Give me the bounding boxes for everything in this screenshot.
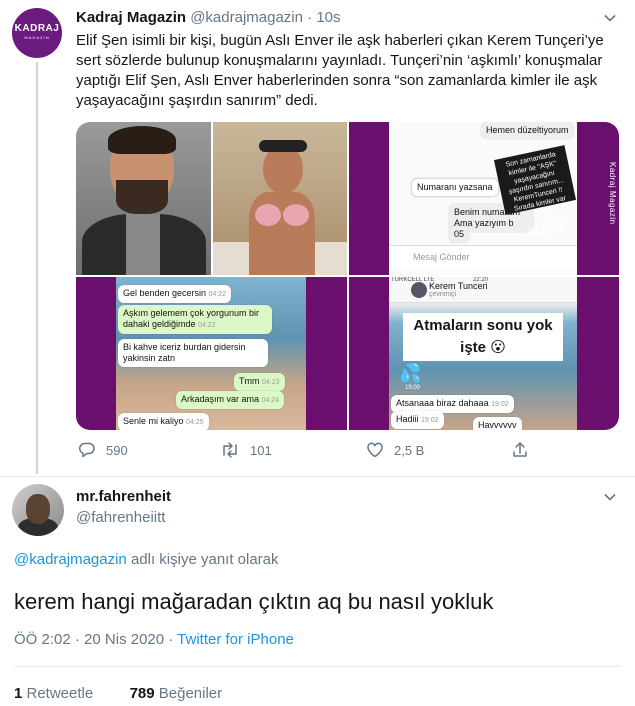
reply-author-handle[interactable]: @fahrenheiitt [76,509,165,526]
photo-man[interactable] [76,122,211,275]
tweet-timestamp[interactable]: ÖÖ 2:02 [14,631,71,648]
reply-count: 590 [106,442,128,458]
wa1-msg-4: Tmm 04:23 [234,373,285,391]
water-drops-emoji: 💦 [399,363,422,383]
kadraj-logo: KADRAJ MAGAZIN [14,23,60,41]
wa1-msg-3: Bi kahve iceriz burdan gidersin yakinsin… [118,339,268,367]
whatsapp-screenshot-2[interactable]: TURKCELL LTE 22:20 Kerem Tunceri çevrimi… [349,277,619,430]
whatsapp-chat-1: Gel benden gecersin 04:22 Aşkım gelemem … [116,277,306,430]
header-separator: · [307,9,313,26]
reply-icon[interactable] [78,441,106,459]
author-name[interactable]: Kadraj Magazin [76,9,186,26]
engagement-stats: 1 Retweetle 789 Beğeniler [14,685,222,702]
tweet-meta: ÖÖ 2:02 · 20 Nis 2020 · Twitter for iPho… [14,631,294,648]
like-count: 2,5 B [394,442,425,458]
heart-icon[interactable] [366,441,394,459]
tweet-header: Kadraj Magazin @kadrajmagazin · 10s [76,9,341,26]
wa1-msg-2: Aşkım gelemem çok yorgunum bir dahaki ge… [118,305,272,334]
fahrenheit-avatar[interactable] [12,484,64,536]
thread-line [36,62,38,474]
reply-text: kerem hangi mağaradan çıktın aq bu nasıl… [14,589,494,614]
chevron-down-icon[interactable] [604,491,616,503]
share-action[interactable] [511,439,539,461]
wa1-msg-1: Gel benden gecersin 04:22 [118,285,232,303]
tweet-source-link[interactable]: Twitter for iPhone [177,631,294,648]
likes-stat[interactable]: 789 Beğeniler [130,685,223,702]
retweet-count: 101 [250,442,272,458]
author-handle[interactable]: @kadrajmagazin [190,9,303,26]
story-caption: Atmaların sonu yok işte 😮 [403,313,563,361]
wa1-msg-5: Arkadaşım var ama 04:24 [176,391,285,409]
contact-avatar [411,282,427,298]
like-action[interactable]: 2,5 B [366,439,424,461]
story-sticker: Son zamanlarda kimler ile "AŞK" yaşayaca… [493,145,577,240]
wa-chat-header: TURKCELL LTE 22:20 Kerem Tunceri çevrimi… [389,277,577,303]
ig-bubble-top: Hemen düzeltiyorum [481,122,574,139]
wa1-msg-6: Senle mi kaliyo 04:25 [118,413,209,430]
reply-action[interactable]: 590 [78,439,128,461]
wa2-msg-3: Havvvvvv [473,417,522,430]
chevron-down-icon[interactable] [604,12,616,24]
tweet-text: Elif Şen isimli bir kişi, bugün Aslı Env… [76,32,604,109]
ig-message-bar: Mesaj Gönder [389,245,577,269]
tweet-date[interactable]: 20 Nis 2020 [84,631,164,648]
replying-to: @kadrajmagazin adlı kişiye yanıt olarak [14,551,279,568]
photo-woman[interactable] [213,122,347,275]
kadraj-avatar[interactable]: KADRAJ MAGAZIN [12,8,62,58]
ig-bubble-3: 05 [449,226,470,243]
divider [0,476,635,477]
wa2-msg-2: Hadiii 19:02 [391,411,444,429]
retweets-stat[interactable]: 1 Retweetle [14,685,93,702]
reply-author-name[interactable]: mr.fahrenheit [76,488,171,505]
instagram-screenshot[interactable]: Hemen düzeltiyorum Numaranı yazsana Beni… [349,122,619,275]
tweet-time[interactable]: 10s [316,9,340,26]
retweet-action[interactable]: 101 [220,439,272,461]
whatsapp-screenshot-1[interactable]: Gel benden gecersin 04:22 Aşkım gelemem … [76,277,347,430]
retweet-icon[interactable] [220,441,250,459]
divider [14,666,621,667]
whatsapp-chat-2: TURKCELL LTE 22:20 Kerem Tunceri çevrimi… [389,277,577,430]
share-icon[interactable] [511,441,539,459]
ig-bubble-1: Numaranı yazsana [411,178,499,197]
instagram-dm-screen: Hemen düzeltiyorum Numaranı yazsana Beni… [389,122,577,275]
quoted-tweet: KADRAJ MAGAZIN Kadraj Magazin @kadrajmag… [0,0,635,476]
media-grid[interactable]: Hemen düzeltiyorum Numaranı yazsana Beni… [76,122,619,430]
watermark: Kadraj Magazin [608,162,617,225]
reply-mention-link[interactable]: @kadrajmagazin [14,551,127,568]
